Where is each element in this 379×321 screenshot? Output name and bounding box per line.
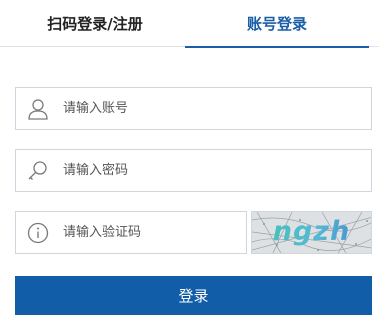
info-icon [27,222,49,244]
password-input[interactable] [63,155,323,186]
captcha-field[interactable] [15,211,247,254]
password-field[interactable] [15,149,372,192]
login-button-label: 登录 [178,287,209,305]
tab-scan-login-label: 扫码登录/注册 [47,15,143,33]
key-icon [27,160,49,182]
login-button[interactable]: 登录 [15,276,372,315]
login-tabs: 扫码登录/注册 账号登录 [0,0,379,48]
captcha-text: ngzh [252,216,371,247]
account-input[interactable] [63,93,323,124]
active-tab-indicator [185,46,369,48]
tab-account-login[interactable]: 账号登录 [185,0,369,48]
user-icon [27,98,49,120]
tab-scan-login[interactable]: 扫码登录/注册 [3,0,187,47]
captcha-input[interactable] [63,217,213,248]
tab-account-login-label: 账号登录 [246,15,307,33]
captcha-image[interactable]: ngzh [251,211,372,254]
account-field[interactable] [15,87,372,130]
